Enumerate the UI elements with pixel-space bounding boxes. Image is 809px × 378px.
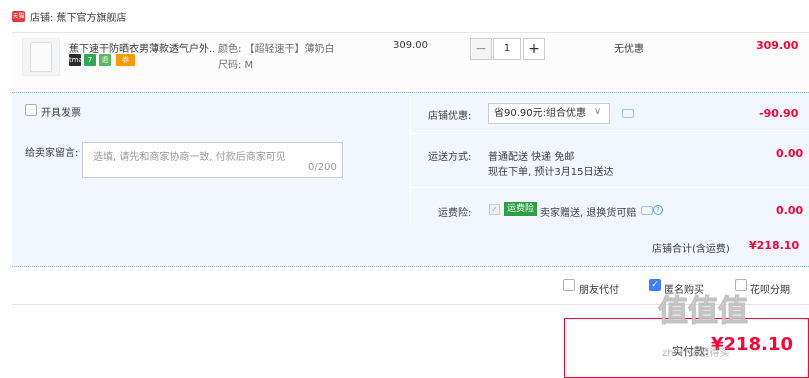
friend-pay-label[interactable]: 朋友代付 xyxy=(579,281,619,296)
installment-label[interactable]: 花呗分期 xyxy=(750,281,790,296)
shop-discount-select[interactable]: 省90.90元:组合优惠 xyxy=(488,103,610,124)
friend-pay-checkbox[interactable] xyxy=(563,279,575,291)
chat-bubble-icon[interactable] xyxy=(622,109,634,118)
help-icon[interactable]: ? xyxy=(653,205,663,215)
chevron-down-icon[interactable]: ∨ xyxy=(594,106,601,117)
insurance-checkbox: ✓ xyxy=(489,204,500,215)
unit-price: 309.00 xyxy=(393,40,428,51)
shop-total-value: ¥218.10 xyxy=(749,239,800,252)
shop-total-label: 店铺合计(含运费) xyxy=(652,244,730,255)
seven-day-return-icon: 7 xyxy=(84,54,96,66)
shirt-image-icon xyxy=(30,42,52,72)
shop-discount-label: 店铺优惠: xyxy=(428,111,472,122)
insurance-text: 卖家赠送, 退换货可赔 xyxy=(540,208,637,219)
watermark-text: zhi.什么值得买 xyxy=(662,348,730,359)
message-label: 给卖家留言: xyxy=(25,148,79,159)
message-char-count: 0/200 xyxy=(308,162,337,173)
product-title-link[interactable]: 蕉下速干防晒衣男薄款透气户外... xyxy=(69,40,214,55)
shipping-method: 普通配送 快递 免邮 xyxy=(488,152,575,163)
chat-bubble-icon[interactable] xyxy=(641,206,653,215)
insurance-badge: 运费险 xyxy=(504,202,538,216)
item-subtotal: 309.00 xyxy=(756,39,799,52)
item-discount: 无优惠 xyxy=(614,44,644,55)
sku-size: 尺码: M xyxy=(218,60,254,71)
tmall-shop-icon: 天猫 xyxy=(12,11,25,22)
divider xyxy=(410,187,809,188)
sku-color: 颜色: 【超轻速干】薄奶白 xyxy=(218,44,335,55)
return-insurance-icon: 退 xyxy=(99,54,111,66)
shipping-label: 运送方式: xyxy=(428,152,472,163)
quantity-input[interactable]: 1 xyxy=(493,38,521,60)
shipping-estimate: 现在下单, 预计3月15日送达 xyxy=(488,167,614,178)
quantity-decrease-button[interactable]: − xyxy=(470,38,492,60)
shipping-amount: 0.00 xyxy=(776,147,804,160)
watermark-logo: 值值值 xyxy=(658,294,749,330)
insurance-amount: 0.00 xyxy=(776,204,804,217)
invoice-checkbox[interactable] xyxy=(25,104,37,116)
invoice-label[interactable]: 开具发票 xyxy=(41,104,81,119)
insurance-label: 运费险: xyxy=(438,208,472,219)
tmall-tag-icon: tmall xyxy=(69,54,87,66)
shop-name-link[interactable]: 店铺: 蕉下官方旗舰店 xyxy=(30,9,127,24)
message-placeholder: 选填, 请先和商家协商一致, 付款后商家可见 xyxy=(93,152,286,163)
coupon-icon: 券 xyxy=(116,54,135,66)
shop-discount-amount: -90.90 xyxy=(759,107,799,120)
divider xyxy=(410,133,809,134)
quantity-increase-button[interactable]: + xyxy=(523,38,545,60)
